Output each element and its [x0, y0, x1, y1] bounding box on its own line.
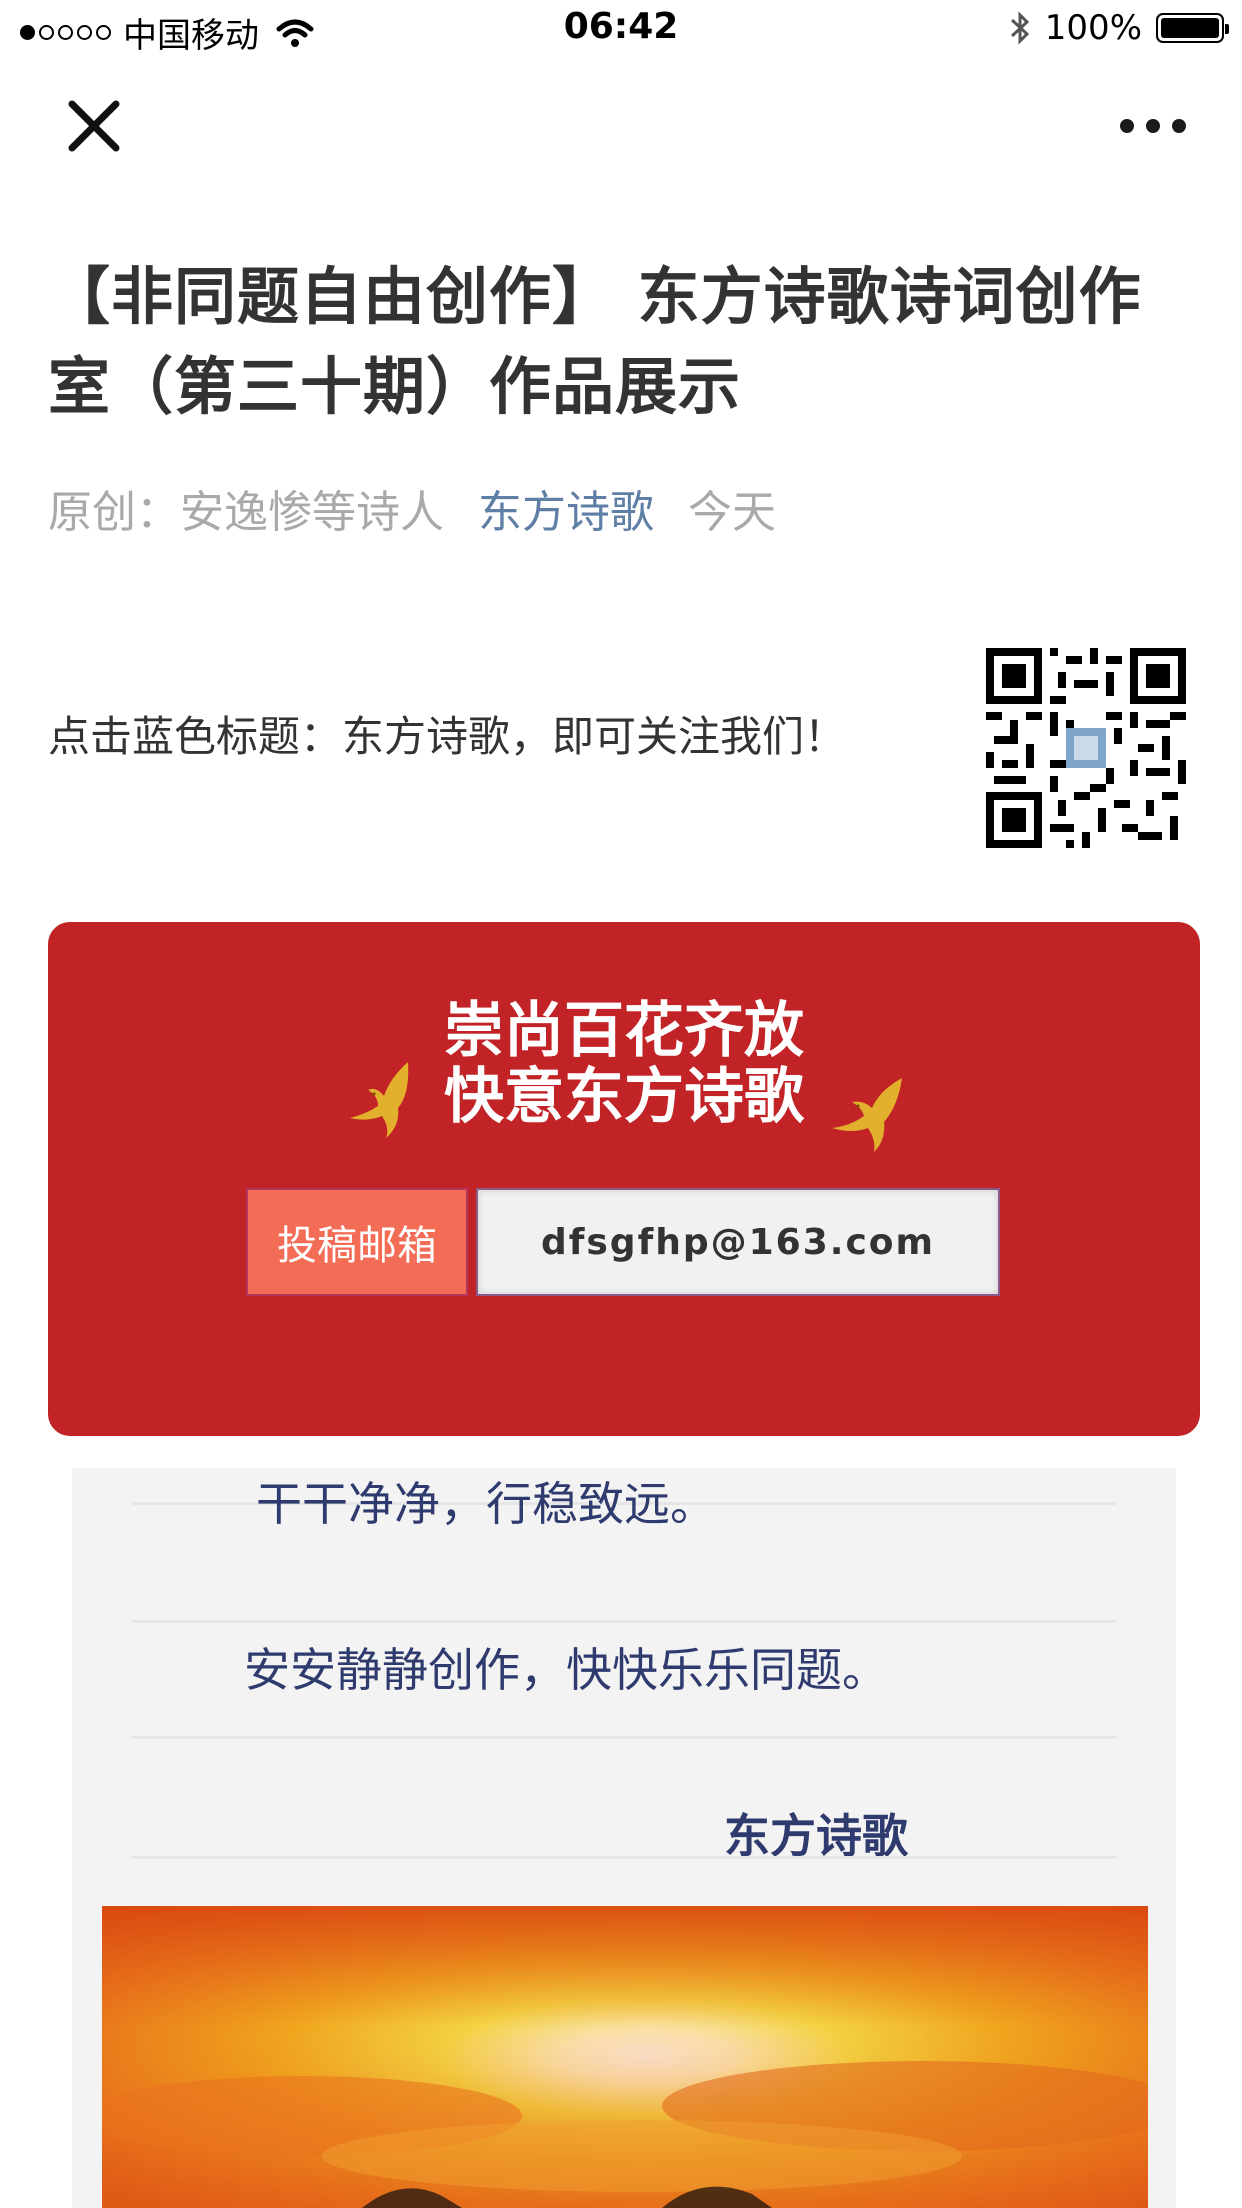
dove-icon [832, 1078, 902, 1152]
email-label: 投稿邮箱 [246, 1188, 468, 1296]
dove-icon [350, 1062, 409, 1138]
divider [132, 1856, 1116, 1859]
battery-icon [1156, 13, 1229, 43]
article-title: 【非同题自由创作】 东方诗歌诗词创作室（第三十期）作品展示 [48, 260, 1142, 423]
account-link[interactable]: 东方诗歌 [478, 476, 654, 540]
email-address[interactable]: dfsgfhp@163.com [476, 1188, 1000, 1296]
divider [132, 1620, 1116, 1623]
slogan-line: 快意东方诗歌 [444, 1062, 804, 1132]
close-icon [68, 100, 120, 152]
article-meta: 原创：安逸惨等诗人 东方诗歌 今天 [48, 476, 776, 540]
author-label: 原创：安逸惨等诗人 [48, 487, 444, 538]
slogan-line: 崇尚百花齐放 [444, 996, 804, 1066]
bluetooth-icon [1010, 11, 1029, 45]
status-right: 100% [1009, 8, 1229, 48]
more-button[interactable] [1120, 108, 1186, 144]
poem-line: 干干净净，行稳致远。 [256, 1477, 716, 1531]
divider [132, 1736, 1116, 1739]
sunrise-image [102, 1906, 1148, 2208]
status-bar: 中国移动 06:42 100% [0, 0, 1242, 62]
banner-slogan: 崇尚百花齐放 快意东方诗歌 [48, 998, 1200, 1130]
qr-code-image[interactable] [986, 648, 1186, 848]
close-button[interactable] [64, 96, 124, 156]
publish-date: 今天 [688, 487, 776, 538]
submission-banner: 崇尚百花齐放 快意东方诗歌 投稿邮箱 dfsgfhp@163.com [48, 922, 1200, 1436]
follow-prompt: 点击蓝色标题：东方诗歌，即可关注我们！ [48, 712, 847, 761]
poem-line: 安安静静创作，快快乐乐同题。 [244, 1643, 888, 1697]
more-dots-icon [1120, 119, 1134, 133]
more-dots-icon [1172, 119, 1186, 133]
more-dots-icon [1146, 119, 1160, 133]
poem-section: 干干净净，行稳致远。 安安静静创作，快快乐乐同题。 东方诗歌 [72, 1468, 1176, 2208]
battery-percent: 100% [1044, 8, 1142, 48]
